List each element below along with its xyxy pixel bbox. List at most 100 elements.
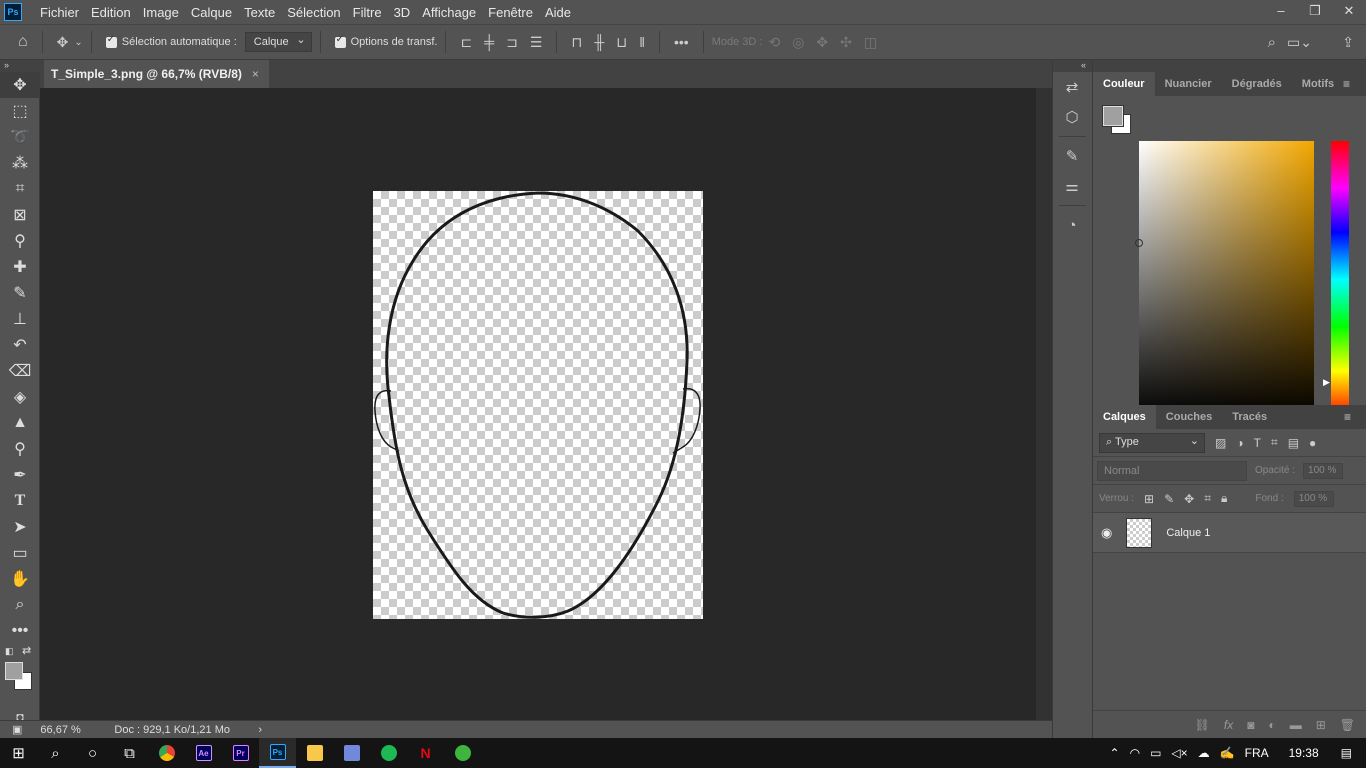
stamp-tool-icon[interactable]: ⊥: [0, 306, 40, 332]
adjustment-filter-icon[interactable]: ◑: [1236, 436, 1243, 450]
task-view-icon[interactable]: ⧉: [111, 738, 148, 768]
new-layer-icon[interactable]: ⊞: [1316, 718, 1326, 732]
new-adjustment-icon[interactable]: ◐: [1268, 718, 1275, 732]
layer-row[interactable]: ◉ Calque 1: [1093, 513, 1366, 553]
start-icon[interactable]: ⊞: [0, 738, 37, 768]
align-vcenter-icon[interactable]: ╫: [594, 34, 604, 50]
toolbar-collapse[interactable]: »: [0, 60, 40, 72]
image-filter-icon[interactable]: ▨: [1215, 436, 1226, 450]
history-panel-icon[interactable]: ⇄: [1053, 72, 1091, 102]
eyedropper-tool-icon[interactable]: ⚲: [0, 228, 40, 254]
smart-object-filter-icon[interactable]: ▤: [1288, 436, 1299, 450]
frame-tool-icon[interactable]: ⊠: [0, 202, 40, 228]
minimize-button[interactable]: –: [1264, 0, 1298, 22]
roll-3d-icon[interactable]: ◎: [792, 34, 804, 51]
lasso-tool-icon[interactable]: ➰: [0, 124, 40, 150]
history-brush-tool-icon[interactable]: ↶: [0, 332, 40, 358]
menu-calque[interactable]: Calque: [185, 5, 238, 20]
fill-input[interactable]: 100 %: [1293, 490, 1334, 507]
shape-filter-icon[interactable]: ⌗: [1271, 435, 1278, 450]
search-icon[interactable]: ⌕: [1268, 34, 1276, 51]
healing-brush-tool-icon[interactable]: ✚: [0, 254, 40, 280]
menu-fichier[interactable]: Fichier: [34, 5, 85, 20]
marquee-tool-icon[interactable]: ⬚: [0, 98, 40, 124]
panel-menu-icon[interactable]: ≡: [1333, 72, 1360, 96]
delete-layer-icon[interactable]: 🗑︎: [1340, 718, 1355, 732]
swap-colors-icon[interactable]: ⇄: [22, 644, 31, 657]
close-button[interactable]: ✕: [1332, 0, 1366, 22]
blend-mode-dropdown[interactable]: Normal: [1097, 460, 1247, 481]
paint-bucket-tool-icon[interactable]: ◈: [0, 384, 40, 410]
cortana-icon[interactable]: ○: [74, 738, 111, 768]
hand-tool-icon[interactable]: ✋: [0, 566, 40, 592]
color-field[interactable]: [1135, 141, 1314, 418]
chrome-icon[interactable]: [148, 738, 185, 768]
magic-wand-tool-icon[interactable]: ⁂: [0, 150, 40, 176]
menu-edition[interactable]: Edition: [85, 5, 137, 20]
default-colors-icon[interactable]: ◧: [5, 646, 14, 657]
tab-nuancier[interactable]: Nuancier: [1155, 72, 1222, 96]
language-indicator[interactable]: FRA: [1245, 746, 1269, 760]
3d-panel-icon[interactable]: ⬡: [1053, 102, 1091, 132]
home-icon[interactable]: ⌂: [18, 33, 28, 51]
discord-icon[interactable]: [333, 738, 370, 768]
visibility-eye-icon[interactable]: ◉: [1101, 525, 1112, 541]
netflix-icon[interactable]: N: [407, 738, 444, 768]
brush-tool-icon[interactable]: ✎: [0, 280, 40, 306]
type-filter-icon[interactable]: T: [1254, 436, 1261, 450]
photoshop-taskbar-icon[interactable]: Ps: [259, 738, 296, 768]
file-explorer-icon[interactable]: [296, 738, 333, 768]
close-tab-icon[interactable]: ×: [252, 67, 259, 81]
brush-settings-icon[interactable]: ✎: [1053, 141, 1091, 171]
tab-couleur[interactable]: Couleur: [1093, 72, 1155, 96]
layer-filter-dropdown[interactable]: ⌕ Type: [1099, 432, 1205, 453]
menu-texte[interactable]: Texte: [238, 5, 281, 20]
distribute-vertical-icon[interactable]: ‖: [639, 34, 645, 50]
hue-slider[interactable]: ▶: [1323, 141, 1349, 418]
workspace-icon[interactable]: ▭⌄: [1287, 34, 1312, 51]
photoshop-logo[interactable]: Ps: [4, 3, 22, 21]
new-group-icon[interactable]: ▬: [1290, 718, 1302, 732]
move-tool-icon[interactable]: ✥: [0, 72, 40, 98]
zoom-level[interactable]: 66,67 %: [40, 724, 102, 736]
lock-pixels-icon[interactable]: ✎: [1164, 492, 1174, 506]
panel-collapse[interactable]: [1093, 60, 1366, 72]
pen-icon[interactable]: ✍: [1220, 746, 1235, 760]
volume-icon[interactable]: ◁×: [1171, 746, 1187, 760]
crop-tool-icon[interactable]: ⌗: [0, 176, 40, 202]
panel-menu-icon[interactable]: ≡: [1334, 405, 1361, 429]
menu-affichage[interactable]: Affichage: [416, 5, 482, 20]
tray-chevron-icon[interactable]: ⌃: [1110, 746, 1120, 760]
filter-toggle-icon[interactable]: ●: [1309, 436, 1316, 450]
transform-controls-checkbox[interactable]: Options de transf.: [334, 34, 437, 48]
chevron-down-icon[interactable]: ⌄: [74, 37, 82, 48]
auto-select-checkbox[interactable]: Sélection automatique :: [105, 34, 237, 48]
auto-select-dropdown[interactable]: Calque: [244, 32, 312, 52]
move-tool-icon[interactable]: ✥: [57, 34, 69, 51]
vertical-scrollbar[interactable]: [1036, 88, 1052, 720]
properties-icon[interactable]: ◔: [1053, 210, 1091, 240]
canvas-area[interactable]: [40, 88, 1036, 720]
distribute-icon[interactable]: ☰: [530, 34, 543, 51]
search-icon[interactable]: ⌕: [37, 738, 74, 768]
wifi-icon[interactable]: ◠: [1130, 746, 1140, 760]
align-hcenter-icon[interactable]: ╪: [484, 34, 494, 50]
camera-3d-icon[interactable]: ◫: [864, 34, 877, 51]
tab-couches[interactable]: Couches: [1156, 405, 1222, 429]
more-options-icon[interactable]: •••: [674, 34, 689, 50]
clock[interactable]: 19:38: [1289, 746, 1319, 760]
blur-tool-icon[interactable]: ▲: [0, 410, 40, 436]
menu-image[interactable]: Image: [137, 5, 185, 20]
quick-mask-status-icon[interactable]: ▣: [12, 723, 22, 736]
share-icon[interactable]: ⇪: [1342, 34, 1354, 51]
add-mask-icon[interactable]: ◙: [1247, 718, 1254, 732]
document-canvas[interactable]: [373, 191, 703, 619]
eraser-tool-icon[interactable]: ⌫: [0, 358, 40, 384]
foreground-color-swatch[interactable]: [5, 662, 23, 680]
lock-position-icon[interactable]: ✥: [1184, 492, 1194, 506]
zoom-tool-icon[interactable]: ⌕: [0, 592, 40, 618]
lock-artboard-icon[interactable]: ⌗: [1204, 491, 1211, 506]
align-bottom-icon[interactable]: ⊔: [616, 34, 627, 51]
after-effects-icon[interactable]: Ae: [185, 738, 222, 768]
path-selection-tool-icon[interactable]: ➤: [0, 514, 40, 540]
